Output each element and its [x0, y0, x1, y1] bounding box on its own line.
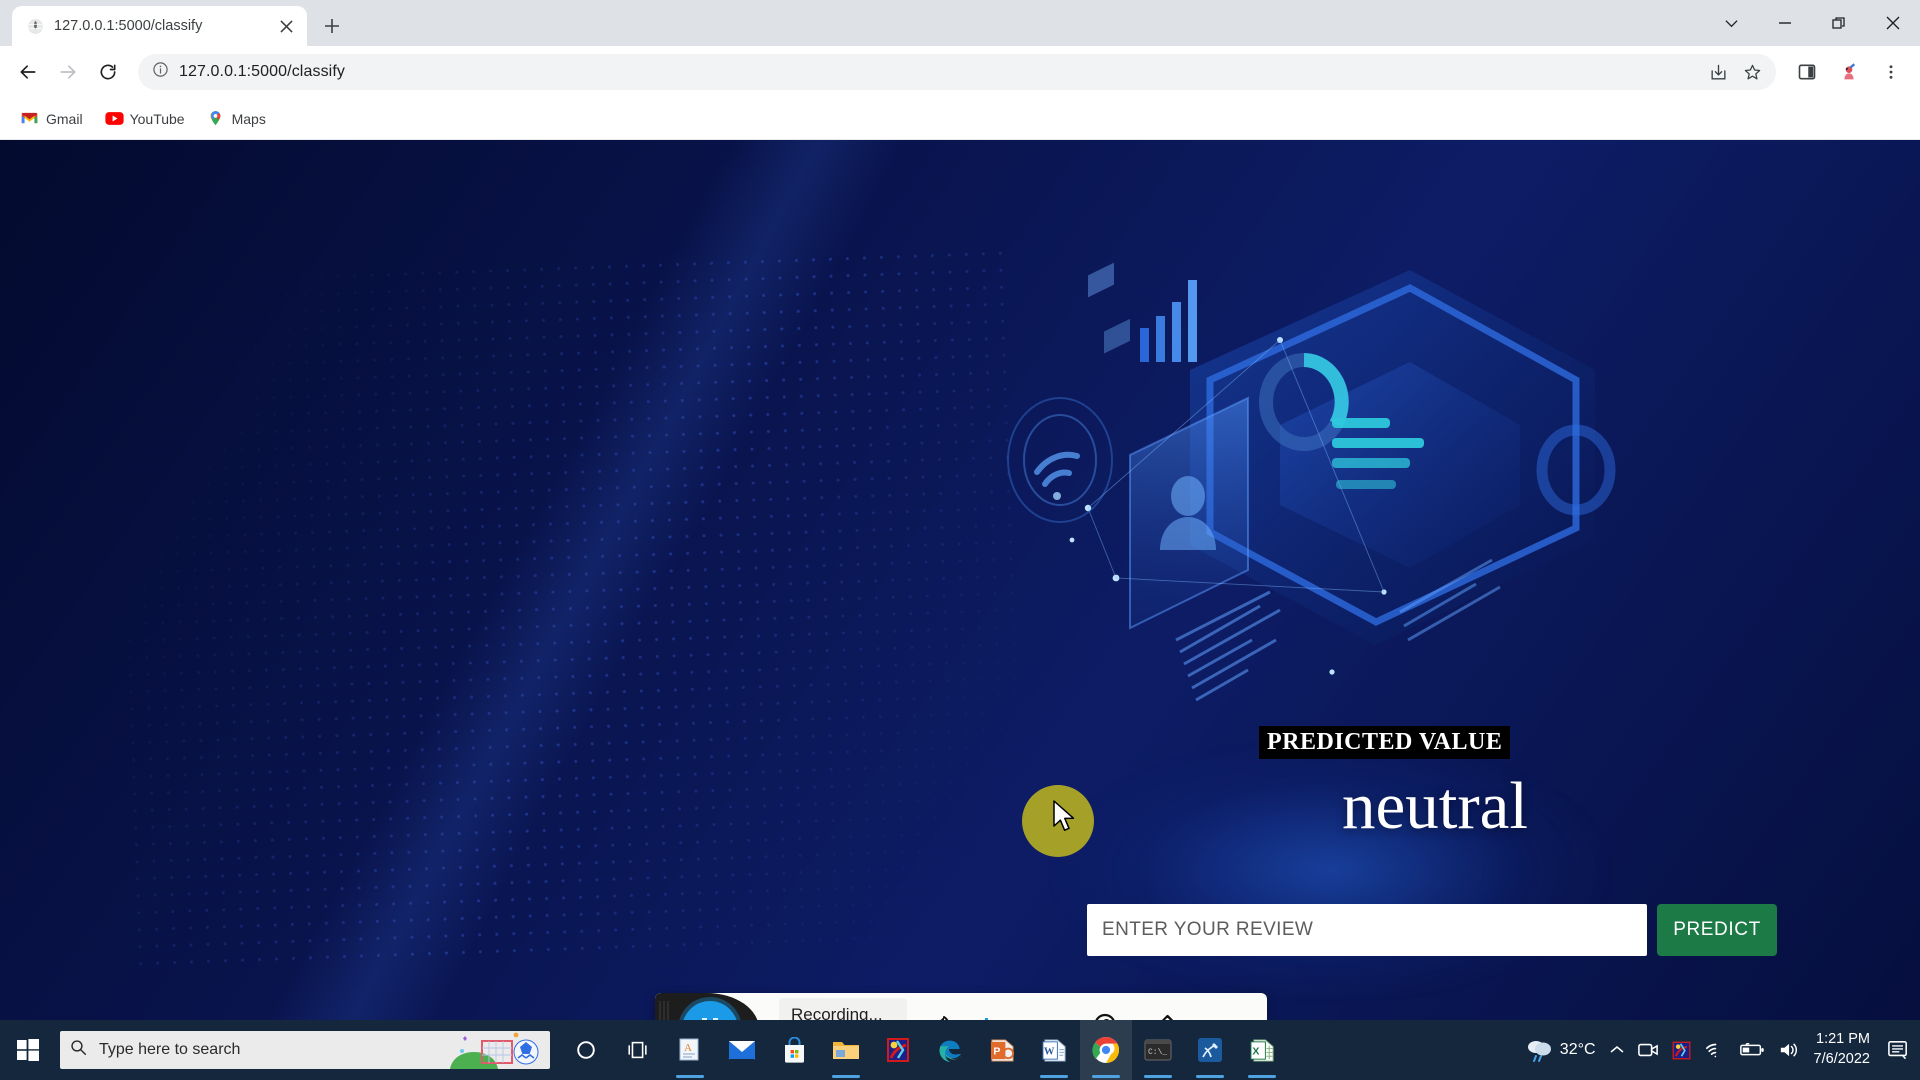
windows-start-icon[interactable]: [0, 1020, 56, 1080]
new-tab-button[interactable]: [315, 9, 349, 43]
maximize-button[interactable]: [1812, 0, 1866, 46]
mouse-cursor: [1053, 800, 1075, 831]
taskbar-app-excel[interactable]: X: [1236, 1020, 1288, 1080]
system-tray: 32°C 1:21 PM 7/6/2022: [1517, 1020, 1920, 1080]
bookmark-youtube[interactable]: YouTube: [96, 105, 194, 132]
add-camera-icon[interactable]: [1091, 1011, 1123, 1020]
three-dot-menu-icon[interactable]: [1872, 53, 1910, 91]
browser-tab[interactable]: 127.0.0.1:5000/classify: [12, 6, 307, 46]
taskbar-app-command-prompt[interactable]: C:\_: [1132, 1020, 1184, 1080]
svg-text:C:\_: C:\_: [1148, 1048, 1167, 1057]
taskbar-app-list: A P W C:\_ X: [560, 1020, 1288, 1080]
omnibox-actions: [1702, 56, 1768, 88]
recorder-pause-area[interactable]: [655, 993, 759, 1020]
taskbar-app-mail[interactable]: [716, 1020, 768, 1080]
star-icon[interactable]: [1736, 56, 1768, 88]
taskbar-app-paint-app[interactable]: [872, 1020, 924, 1080]
bookmarks-bar: Gmail YouTube Maps: [0, 98, 1920, 140]
youtube-icon: [104, 110, 124, 127]
predict-button[interactable]: PREDICT: [1657, 904, 1777, 956]
tab-search-button[interactable]: [1704, 0, 1758, 46]
reload-icon[interactable]: [90, 54, 126, 90]
speaker-muted-icon[interactable]: [929, 1012, 963, 1020]
globe-icon: [26, 17, 44, 35]
svg-text:W: W: [1043, 1046, 1054, 1057]
back-arrow-icon[interactable]: [10, 54, 46, 90]
taskbar-app-mysql-workbench[interactable]: [1184, 1020, 1236, 1080]
bookmark-maps[interactable]: Maps: [198, 105, 275, 132]
review-input[interactable]: [1087, 904, 1647, 956]
screen-recorder-icon[interactable]: [1631, 1020, 1665, 1080]
svg-text:P: P: [993, 1045, 1000, 1057]
screen-recorder-toolbar: Recording... 00:04:40: [655, 993, 1267, 1020]
bookmark-label: Maps: [231, 110, 266, 127]
taskbar-app-microsoft-edge[interactable]: [924, 1020, 976, 1080]
pencil-icon[interactable]: [1145, 1011, 1177, 1020]
weather-temperature: 32°C: [1559, 1041, 1596, 1058]
minimize-button[interactable]: [1758, 0, 1812, 46]
cloud-rain-icon: [1527, 1041, 1551, 1062]
bookmark-label: Gmail: [46, 110, 83, 127]
forward-arrow-icon[interactable]: [50, 54, 86, 90]
taskbar-app-google-chrome[interactable]: [1080, 1020, 1132, 1080]
taskbar-app-microsoft-store[interactable]: [768, 1020, 820, 1080]
windows-taskbar: Type here to search A P W C:\_ X 32°C 1:…: [0, 1020, 1920, 1080]
tab-strip: 127.0.0.1:5000/classify: [0, 0, 1920, 46]
notification-icon[interactable]: [1880, 1020, 1916, 1080]
chrome-browser-window: 127.0.0.1:5000/classify 127.0.0.1:5000/c…: [0, 0, 1920, 1080]
wifi-icon[interactable]: [1698, 1020, 1732, 1080]
predict-form: PREDICT: [1087, 904, 1777, 956]
recorder-status-block: Recording... 00:04:40: [779, 997, 908, 1020]
taskbar-app-file-explorer[interactable]: [820, 1020, 872, 1080]
clock-time: 1:21 PM: [1816, 1031, 1870, 1048]
taskbar-app-word[interactable]: W: [1028, 1020, 1080, 1080]
browser-toolbar: 127.0.0.1:5000/classify: [0, 46, 1920, 98]
info-circle-icon[interactable]: [152, 61, 169, 83]
close-window-button[interactable]: [1866, 0, 1920, 46]
gmail-icon: [21, 110, 38, 127]
taskbar-search[interactable]: Type here to search: [60, 1031, 550, 1069]
battery-charging-icon[interactable]: [1732, 1020, 1772, 1080]
google-maps-icon: [207, 110, 224, 127]
taskbar-app-task-view[interactable]: [612, 1020, 664, 1080]
address-bar[interactable]: 127.0.0.1:5000/classify: [138, 54, 1776, 90]
taskbar-clock[interactable]: 1:21 PM 7/6/2022: [1808, 1030, 1880, 1069]
close-icon[interactable]: [275, 15, 297, 37]
pause-icon[interactable]: [682, 1001, 738, 1020]
weather-widget[interactable]: 32°C: [1517, 1020, 1603, 1080]
search-icon: [70, 1039, 87, 1061]
recorder-controls: [929, 1011, 1177, 1020]
tab-title: 127.0.0.1:5000/classify: [54, 18, 203, 34]
page-viewport: PREDICTED VALUE neutral PREDICT Recordin…: [0, 140, 1920, 1020]
tabstrip-drag-area: [349, 0, 1704, 46]
predicted-value-label: PREDICTED VALUE: [1259, 726, 1511, 759]
chevron-up-icon[interactable]: [1603, 1020, 1631, 1080]
share-icon[interactable]: [1702, 56, 1734, 88]
search-decoration-illustration: [450, 1032, 539, 1069]
bookmark-gmail[interactable]: Gmail: [12, 105, 92, 132]
volume-icon[interactable]: [1772, 1020, 1808, 1080]
paint-tray-icon[interactable]: [1665, 1020, 1698, 1080]
svg-text:A: A: [684, 1042, 692, 1054]
side-panel-icon[interactable]: [1788, 53, 1826, 91]
taskbar-app-cortana[interactable]: [560, 1020, 612, 1080]
url-text: 127.0.0.1:5000/classify: [179, 63, 345, 80]
window-controls: [1704, 0, 1920, 46]
taskbar-app-powerpoint[interactable]: P: [976, 1020, 1028, 1080]
predicted-value-text: neutral: [1341, 769, 1529, 843]
taskbar-app-sticky-notes[interactable]: A: [664, 1020, 716, 1080]
clock-date: 7/6/2022: [1813, 1051, 1870, 1067]
background-dot-pattern: [108, 244, 1032, 976]
extension-icon[interactable]: [1830, 53, 1868, 91]
tech-illustration: [1007, 262, 1616, 702]
bookmark-label: YouTube: [129, 110, 185, 127]
svg-text:X: X: [1252, 1045, 1259, 1057]
recording-status-text: Recording...: [791, 1004, 883, 1020]
search-placeholder: Type here to search: [99, 1041, 241, 1058]
